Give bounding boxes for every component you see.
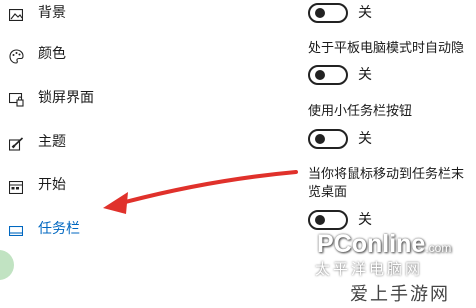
pconline-watermark: PConline.com 太平洋电脑网 bbox=[303, 218, 463, 286]
site-watermark: 爱上手游网 bbox=[340, 282, 476, 308]
watermark-subtitle: 太平洋电脑网 bbox=[315, 260, 424, 278]
watermark-brand: PConline.com bbox=[317, 230, 452, 258]
site-watermark-text: 爱上手游网 bbox=[350, 284, 450, 305]
